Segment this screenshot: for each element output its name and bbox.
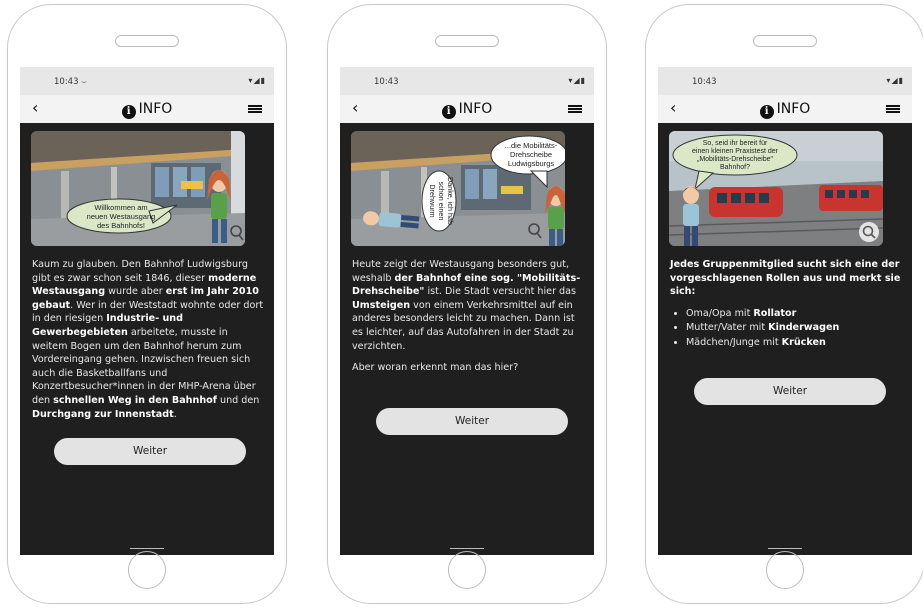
role-item: Mutter/Vater mit Kinderwagen [686, 321, 902, 335]
phone-3: 10:43 ▾◢▮ ‹ i INFO So, seid ihr bereit f… [645, 4, 923, 604]
home-indicator [450, 548, 484, 549]
status-bar: 10:43 ▾◢▮ [340, 67, 594, 95]
text-run: ist. Die Stadt versucht hier das [424, 286, 577, 298]
role-item: Oma/Opa mit Rollator [686, 307, 902, 321]
hamburger-menu-icon[interactable] [568, 105, 582, 113]
wifi-signal-battery-icon: ▾◢▮ [248, 76, 266, 85]
bubble-line: neuen Westausgang [87, 212, 156, 221]
nav-bar: ‹ i INFO [658, 95, 912, 123]
bubble2-line: Drehwurm [428, 184, 437, 217]
wifi-signal-battery-icon: ▾◢▮ [568, 76, 586, 85]
bubble-line: einen kleinen Praxistest der [692, 148, 779, 155]
home-indicator [130, 548, 164, 549]
intro-text-content: Jedes Gruppenmitglied sucht sich eine de… [670, 259, 901, 298]
text-run: . [173, 408, 177, 420]
bubble-line: So, seid ihr bereit für [703, 140, 768, 147]
bubble2-line: Danke, ich hab [446, 177, 455, 225]
role-item-name: Krücken [781, 336, 826, 348]
description-text: Heute zeigt der Westausgang besonders gu… [352, 258, 584, 383]
hamburger-menu-icon[interactable] [886, 105, 900, 113]
weiter-button[interactable]: Weiter [694, 378, 886, 405]
speaker-slot [115, 35, 179, 47]
bubble-line: des Bahnhofs! [97, 221, 145, 230]
status-bar: 10:43 ▾◢▮ [658, 67, 912, 95]
role-item: Mädchen/Junge mit Krücken [686, 336, 902, 350]
bubble-line: Willkommen am [94, 203, 147, 212]
text-run: und den [216, 394, 260, 406]
emphasis-text: Durchgang zur Innenstadt [32, 408, 174, 420]
description-paragraph: Heute zeigt der Westausgang besonders gu… [352, 258, 584, 353]
info-icon: i [441, 105, 456, 119]
role-list: Oma/Opa mit Rollator Mutter/Vater mit Ki… [670, 307, 902, 350]
role-item-name: Rollator [753, 307, 797, 319]
role-prefix: Mädchen/Junge mit [686, 336, 782, 348]
home-button[interactable] [766, 551, 804, 589]
bubble-line: Bahnhof? [720, 164, 750, 171]
bubble-line: Ludwigsburgs [508, 159, 555, 168]
weiter-button[interactable]: Weiter [376, 408, 568, 435]
home-indicator [768, 548, 802, 549]
emphasis-text: schnellen Weg in den Bahnhof [53, 394, 217, 406]
scene-image[interactable]: Willkommen am neuen Westausgang des Bahn… [31, 131, 245, 246]
description-text: Kaum zu glauben. Den Bahnhof Ludwigsburg… [32, 258, 264, 429]
status-bar: 10:43 ⌣ ▾◢▮ [20, 67, 274, 95]
screen-3: 10:43 ▾◢▮ ‹ i INFO So, seid ihr bereit f… [658, 67, 912, 555]
wifi-signal-battery-icon: ▾◢▮ [886, 76, 904, 85]
page-title-text: INFO [458, 101, 493, 117]
page-title: i INFO [658, 100, 912, 119]
bubble-line: „Mobilitäts-Drehscheibe" [697, 156, 774, 163]
role-prefix: Oma/Opa mit [686, 307, 754, 319]
bubble2-line: schon einen [437, 182, 446, 221]
bubble-line: ...die Mobilitäts- [505, 141, 558, 150]
speaker-slot [753, 35, 817, 47]
speaker-slot [435, 35, 499, 47]
screen-2: 10:43 ▾◢▮ ‹ i INFO Danke, ich hab schon … [340, 67, 594, 555]
description-paragraph: Kaum zu glauben. Den Bahnhof Ludwigsburg… [32, 258, 264, 421]
intro-text: Jedes Gruppenmitglied sucht sich eine de… [670, 258, 902, 299]
scene-image[interactable]: So, seid ihr bereit für einen kleinen Pr… [669, 131, 883, 246]
info-icon: i [759, 105, 774, 119]
scene-image[interactable]: Danke, ich hab schon einen Drehwurm ...d… [351, 131, 565, 246]
page-title-text: INFO [138, 101, 173, 117]
phone-2: 10:43 ▾◢▮ ‹ i INFO Danke, ich hab schon … [327, 4, 607, 604]
hamburger-menu-icon[interactable] [248, 105, 262, 113]
page-title-text: INFO [776, 101, 811, 117]
screen-1: 10:43 ⌣ ▾◢▮ ‹ i INFO Willkommen am neuen… [20, 67, 274, 555]
bubble-line: Drehscheibe [510, 150, 552, 159]
home-button[interactable] [128, 551, 166, 589]
nav-bar: ‹ i INFO [20, 95, 274, 123]
home-button[interactable] [448, 551, 486, 589]
text-run: wurde aber [105, 286, 166, 298]
role-item-name: Kinderwagen [768, 322, 840, 334]
nav-bar: ‹ i INFO [340, 95, 594, 123]
status-time: 10:43 [692, 77, 717, 87]
status-time: 10:43 ⌣ [54, 77, 87, 87]
page-title: i INFO [340, 100, 594, 119]
role-prefix: Mutter/Vater mit [686, 322, 769, 334]
weiter-button[interactable]: Weiter [54, 438, 246, 465]
page-title: i INFO [20, 100, 274, 119]
question-text: Aber woran erkennt man das hier? [352, 362, 519, 374]
phone-1: 10:43 ⌣ ▾◢▮ ‹ i INFO Willkommen am neuen… [7, 4, 287, 604]
info-icon: i [121, 105, 136, 119]
status-time: 10:43 [374, 77, 399, 87]
emphasis-text: Umsteigen [352, 299, 411, 311]
description-text: Jedes Gruppenmitglied sucht sich eine de… [670, 258, 902, 351]
